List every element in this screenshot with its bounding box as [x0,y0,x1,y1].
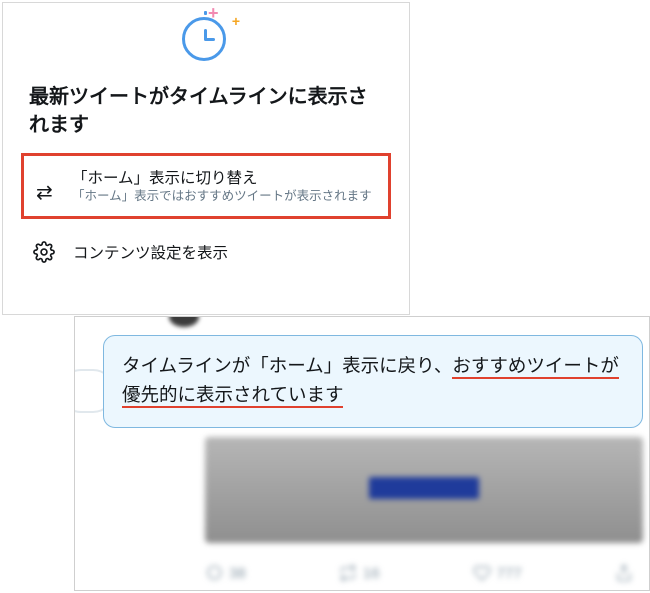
retweet-count: 16 [363,565,380,582]
switch-to-home-option[interactable]: ⇄ 「ホーム」表示に切り替え 「ホーム」表示ではおすすめツイートが表示されます [21,153,391,219]
retweet-action[interactable]: 16 [339,564,380,582]
timeline-preview-panel: タイムラインが「ホーム」表示に戻り、おすすめツイートが優先的に表示されています … [74,316,650,591]
swap-icon: ⇄ [36,166,62,205]
share-action[interactable] [615,564,633,582]
switch-option-description: 「ホーム」表示ではおすすめツイートが表示されます [72,188,372,206]
share-icon [615,564,633,582]
info-bubble: タイムラインが「ホーム」表示に戻り、おすすめツイートが優先的に表示されています [103,335,643,428]
reply-icon [205,564,223,582]
switch-option-label: 「ホーム」表示に切り替え [72,166,372,188]
view-content-settings-option[interactable]: コンテンツ設定を表示 [3,227,409,277]
retweet-icon [339,564,357,582]
gear-icon [33,241,55,263]
reply-action[interactable]: 38 [205,564,246,582]
timeline-settings-popup: + + 最新ツイートがタイムラインに表示されます ⇄ 「ホーム」表示に切り替え … [2,2,410,315]
latest-tweets-icon: + + [176,13,236,63]
content-settings-label: コンテンツ設定を表示 [55,241,228,263]
avatar-blur [169,316,199,327]
like-action[interactable]: 777 [473,564,522,582]
reply-count: 38 [229,565,246,582]
like-count: 777 [497,565,522,582]
popup-title: 最新ツイートがタイムラインに表示されます [3,83,409,153]
heart-icon [473,564,491,582]
media-label-blur [369,477,479,499]
tweet-media-blur [205,437,643,543]
bubble-text-prefix: タイムラインが「ホーム」表示に戻り、 [122,355,452,376]
tweet-action-bar: 38 16 777 [205,564,633,582]
blurred-tweet-preview: 38 16 777 [115,437,643,588]
